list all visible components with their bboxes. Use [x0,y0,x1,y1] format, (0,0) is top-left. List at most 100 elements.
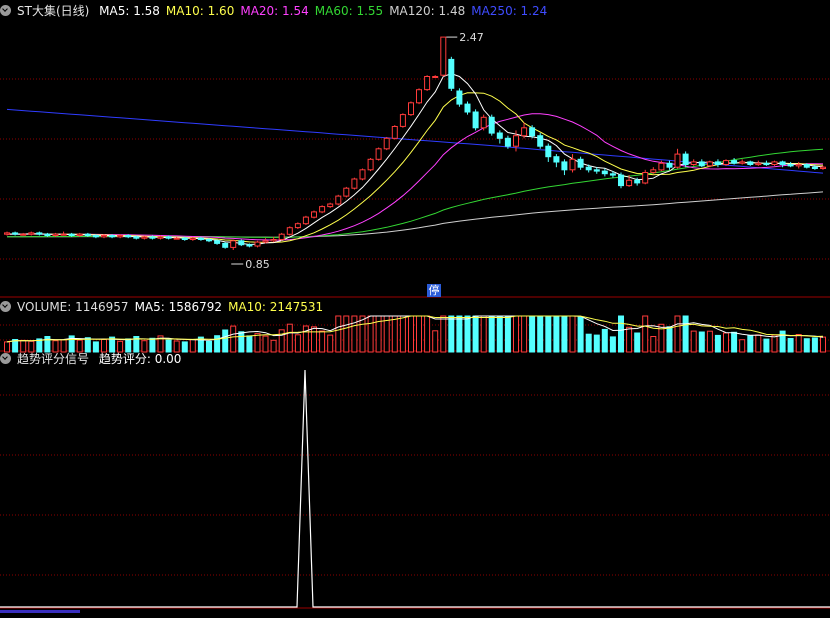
candle-up [432,76,439,78]
candle-up [117,235,124,238]
candle-down [577,158,584,168]
volume-bar-up [650,336,657,353]
candle-up [755,162,762,166]
stock-title: ST大集(日线) [17,4,90,18]
candle-up [60,233,67,236]
candle-down [197,237,204,240]
candle-down [149,236,156,239]
volume-bar-down [634,332,641,353]
candle-down [165,236,172,239]
candle-down [44,233,51,236]
volume-bar-up [383,315,390,353]
volume-bar-down [747,335,754,353]
volume-bar-up [254,333,261,353]
chart-stage[interactable]: 2.47 0.85 ST大集(日线) MA5: 1.58 MA10: 1.60 MA2… [0,0,830,615]
volume-bar-down [779,330,786,353]
candle-down [731,160,738,164]
candle-up [157,236,164,239]
volume-bar-down [577,316,584,353]
volume-bar-up [327,334,334,353]
signal-header-0: 趋势评分: 0.00 [98,352,182,366]
volume-bar-down [464,315,471,353]
chevron-down-icon[interactable] [0,353,11,364]
chevron-down-icon[interactable] [0,301,11,312]
price-header-1: MA10: 1.60 [165,4,235,18]
candle-down [238,240,245,246]
volume-bar-down [222,329,229,353]
candle-down [666,162,673,168]
volume-bar-up [795,334,802,353]
volume-header-2: MA10: 2147531 [228,300,324,314]
volume-bar-up [319,330,326,353]
volume-bar-up [367,315,374,353]
candle-down [448,58,455,89]
candle-up [173,237,180,240]
volume-bar-up [416,315,422,353]
volume-bar-down [488,315,495,353]
candle-down [488,116,495,134]
volume-bar-up [820,336,826,353]
volume-bar-up [351,315,358,353]
price-header-0: MA5: 1.58 [99,4,160,18]
volume-header-1: MA5: 1586792 [134,300,223,314]
candle-up [723,160,729,166]
candle-down [811,166,818,169]
volume-bar-up [521,315,528,353]
candle-down [214,240,221,244]
volume-bar-up [706,330,713,353]
candle-down [529,127,536,137]
candle-up [286,227,293,235]
volume-bar-down [803,338,810,353]
chevron-down-icon[interactable] [0,5,11,16]
volume-bar-down [618,315,624,353]
volume-bar-up [294,334,301,353]
volume-bar-up [642,315,649,353]
candle-down [803,164,810,168]
price-header-2: MA20: 1.54 [240,4,309,18]
volume-panel-header: VOLUME: 1146957 MA5: 1586792 MA10: 2147531 [0,298,335,316]
candle-down [12,232,19,235]
candle-up [739,161,746,164]
volume-bar-up [408,315,414,353]
candle-down [634,179,641,184]
volume-bar-up [440,315,447,353]
candle-up [513,135,519,147]
candle-down [472,111,479,129]
candle-up [383,137,390,150]
volume-bar-down [593,334,600,353]
candle-down [456,90,463,105]
candle-down [682,153,689,166]
volume-bar-down [585,333,592,353]
volume-bar-down [238,331,245,353]
candle-down [763,162,770,166]
candle-down [246,244,253,247]
volume-bar-down [731,331,738,353]
candle-up [416,89,422,104]
candle-up [254,241,261,247]
volume-bar-up [270,339,277,353]
candle-down [464,103,471,113]
candle-down [206,239,212,242]
candle-down [36,232,43,235]
candle-down [609,173,616,176]
candle-up [335,195,342,205]
candle-down [92,235,99,238]
candle-up [521,127,528,137]
volume-bar-up [739,339,746,353]
candle-down [561,161,568,171]
volume-bar-up [262,335,269,353]
scroll-indicator [0,610,80,613]
candle-up [658,162,665,171]
candle-up [642,172,649,184]
price-panel-header: ST大集(日线) MA5: 1.58 MA10: 1.60 MA20: 1.54 MA… [0,2,559,20]
volume-bar-up [480,315,487,353]
candle-up [795,164,802,167]
candle-up [359,169,366,180]
trend-score-line [0,369,830,608]
volume-bar-up [513,315,519,353]
candle-down [496,132,503,139]
volume-bar-up [399,315,406,353]
candle-up [391,126,398,139]
signal-panel-header: 趋势评分信号 趋势评分: 0.00 [0,350,193,368]
candle-up [302,216,309,225]
